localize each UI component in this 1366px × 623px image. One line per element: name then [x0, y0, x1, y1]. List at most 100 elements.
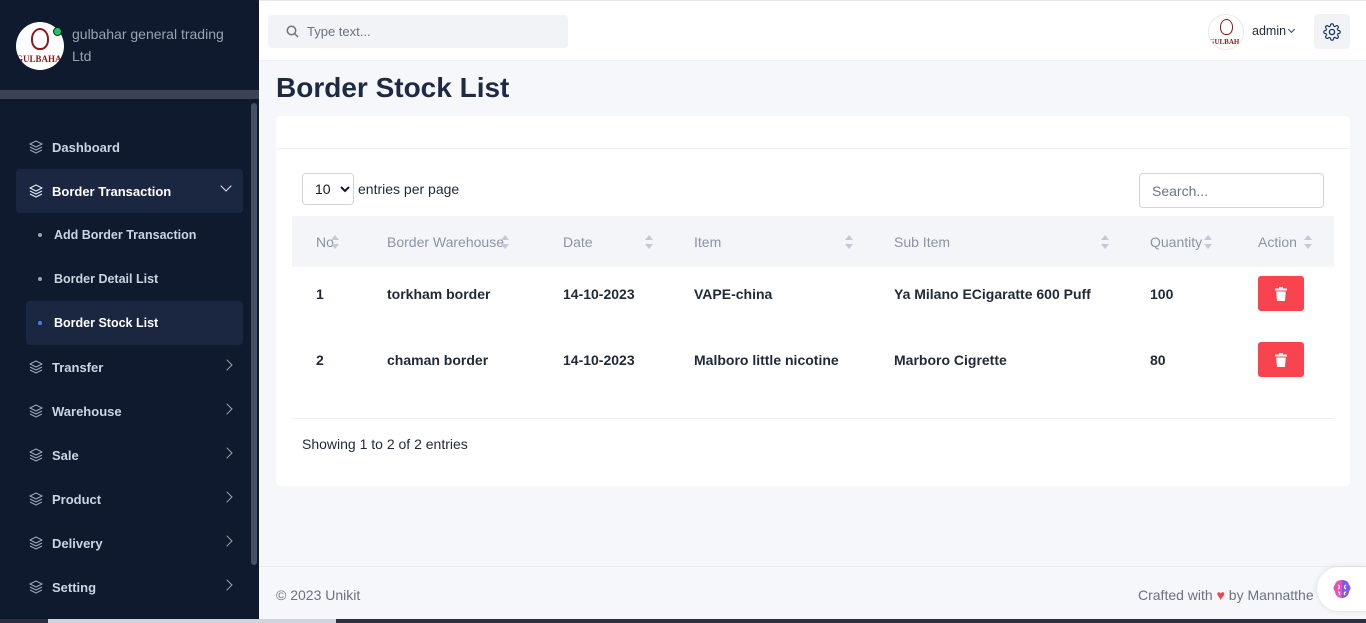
sidebar-item-border-transaction[interactable]: Border Transaction	[16, 169, 243, 213]
avatar[interactable]: GULBAHAR	[1208, 14, 1244, 50]
sidebar-item-delivery[interactable]: Delivery	[16, 521, 243, 565]
layers-icon	[29, 580, 43, 594]
column-header-border-warehouse[interactable]: Border Warehouse	[363, 216, 539, 267]
sidebar-subitem-add-border-transaction[interactable]: Add Border Transaction	[26, 213, 243, 257]
chevron-right-icon	[221, 447, 233, 459]
chevron-right-icon	[221, 491, 233, 503]
sidebar-scrollbar[interactable]	[251, 103, 257, 565]
layers-icon	[29, 140, 43, 154]
sidebar-item-label: Delivery	[52, 535, 103, 551]
brand: GULBAHAR gulbahar general trading Ltd	[0, 0, 259, 90]
bullet-icon	[38, 321, 42, 325]
cell-no: 2	[316, 352, 324, 368]
sidebar-item-transfer[interactable]: Transfer	[16, 345, 243, 389]
footer: © 2023 Unikit Crafted with ♥ by Mannatth…	[259, 566, 1366, 623]
cell-no: 1	[316, 286, 324, 302]
sidebar-subitem-border-detail-list[interactable]: Border Detail List	[26, 257, 243, 301]
sort-icon	[845, 235, 853, 249]
brain-icon	[1333, 580, 1351, 598]
user-name[interactable]: admin	[1252, 24, 1286, 38]
settings-button[interactable]	[1314, 14, 1350, 49]
copyright-text: © 2023 Unikit	[276, 587, 361, 603]
cell-quantity: 100	[1150, 286, 1174, 302]
sidebar-subitem-label: Border Detail List	[54, 272, 159, 286]
stock-list-card: 10 entries per page No Border Warehouse …	[276, 116, 1350, 486]
chevron-down-icon	[220, 180, 232, 192]
sort-icon	[331, 235, 339, 249]
cell-sub-item: Ya Milano ECigaratte 600 Puff	[894, 286, 1091, 302]
gear-icon	[1323, 22, 1341, 41]
cell-sub-item: Marboro Cigrette	[894, 352, 1007, 368]
column-header-item[interactable]: Item	[670, 216, 870, 267]
crafted-suffix: by Mannatthe	[1228, 587, 1314, 603]
chevron-right-icon	[221, 579, 233, 591]
layers-icon	[29, 448, 43, 462]
sidebar-subitem-label: Border Stock List	[54, 316, 159, 330]
layers-icon	[29, 360, 43, 374]
table-header-row: No Border Warehouse Date Item Sub Item Q…	[292, 216, 1334, 267]
cell-quantity: 80	[1150, 352, 1166, 368]
delete-button[interactable]	[1258, 342, 1304, 377]
layers-icon	[29, 536, 43, 550]
table-search-input[interactable]	[1139, 173, 1324, 208]
stock-table: No Border Warehouse Date Item Sub Item Q…	[292, 216, 1334, 419]
sort-icon	[1204, 235, 1212, 249]
trash-icon	[1275, 352, 1287, 367]
search-icon	[286, 25, 299, 38]
online-status-dot	[53, 27, 62, 36]
chevron-right-icon	[221, 535, 233, 547]
heart-icon: ♥	[1216, 587, 1225, 603]
global-search-input[interactable]	[307, 24, 547, 39]
sidebar-divider	[0, 90, 259, 99]
bullet-icon	[38, 277, 42, 281]
sidebar-subitem-label: Add Border Transaction	[54, 228, 197, 242]
column-header-quantity[interactable]: Quantity	[1126, 216, 1234, 267]
trash-icon	[1275, 286, 1287, 301]
delete-button[interactable]	[1258, 276, 1304, 311]
sidebar-item-label: Setting	[52, 579, 97, 595]
assistant-button[interactable]	[1317, 567, 1366, 611]
table-row: 1 torkham border 14-10-2023 VAPE-china Y…	[292, 267, 1334, 333]
sidebar-item-dashboard[interactable]: Dashboard	[16, 125, 243, 169]
column-header-no[interactable]: No	[292, 216, 363, 267]
crafted-prefix: Crafted with	[1138, 587, 1213, 603]
cell-item: VAPE-china	[694, 286, 773, 302]
bullet-icon	[38, 233, 42, 237]
global-search[interactable]	[268, 15, 568, 48]
sidebar-item-label: Border Transaction	[52, 183, 172, 199]
sidebar-item-warehouse[interactable]: Warehouse	[16, 389, 243, 433]
sidebar-item-label: Transfer	[52, 359, 104, 375]
sort-icon	[501, 235, 509, 249]
chevron-down-icon[interactable]	[1287, 25, 1296, 34]
cell-warehouse: chaman border	[387, 352, 489, 368]
sidebar-item-label: Sale	[52, 447, 79, 463]
sidebar-item-label: Product	[52, 491, 102, 507]
crafted-text: Crafted with ♥ by Mannatthe	[1138, 587, 1321, 603]
layers-icon	[29, 492, 43, 506]
table-row: 2 chaman border 14-10-2023 Malboro littl…	[292, 333, 1334, 418]
card-header	[276, 116, 1350, 149]
sidebar-item-sale[interactable]: Sale	[16, 433, 243, 477]
sidebar-item-product[interactable]: Product	[16, 477, 243, 521]
column-header-date[interactable]: Date	[539, 216, 670, 267]
layers-icon	[29, 404, 43, 418]
sidebar: GULBAHAR gulbahar general trading Ltd Da…	[0, 0, 259, 623]
chevron-right-icon	[221, 403, 233, 415]
sidebar-item-label: Warehouse	[52, 403, 122, 419]
column-header-sub-item[interactable]: Sub Item	[870, 216, 1126, 267]
page-title: Border Stock List	[276, 72, 510, 103]
sort-icon	[1304, 235, 1312, 249]
cell-date: 14-10-2023	[563, 286, 635, 302]
sidebar-subitem-border-stock-list[interactable]: Border Stock List	[26, 301, 243, 345]
sidebar-menu: Dashboard Border Transaction Add Border …	[0, 99, 259, 609]
topbar: GULBAHAR admin	[259, 0, 1366, 61]
sidebar-item-setting[interactable]: Setting	[16, 565, 243, 609]
entries-label: entries per page	[358, 181, 460, 197]
table-info: Showing 1 to 2 of 2 entries	[302, 436, 468, 452]
cell-action	[1234, 267, 1334, 333]
chevron-right-icon	[221, 359, 233, 371]
cell-action	[1234, 333, 1334, 418]
entries-select[interactable]: 10	[302, 173, 354, 205]
bottom-strip	[0, 619, 1366, 623]
column-header-action[interactable]: Action	[1234, 216, 1334, 267]
